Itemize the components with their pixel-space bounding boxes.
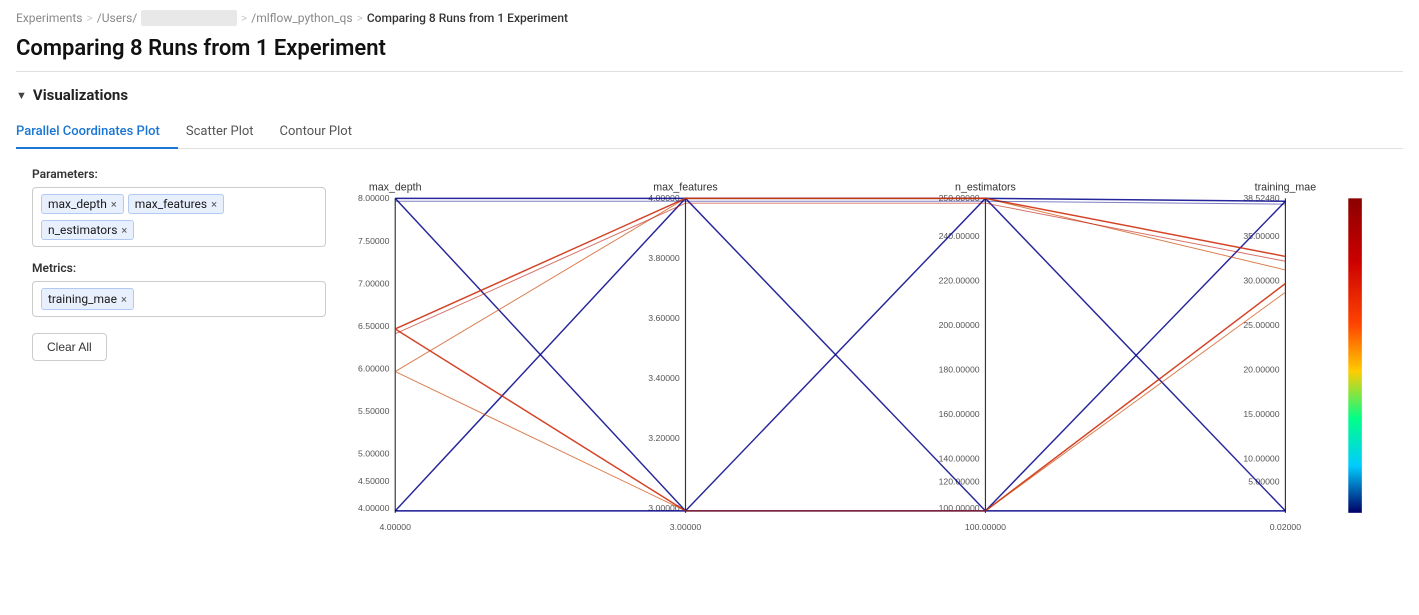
svg-text:3.40000: 3.40000 (648, 373, 680, 383)
main-content: Parameters: max_depth × max_features × n… (16, 163, 1403, 557)
clear-all-button[interactable]: Clear All (32, 333, 107, 361)
tag-max-depth[interactable]: max_depth × (41, 194, 124, 214)
chevron-down-icon: ▼ (16, 89, 27, 102)
svg-text:180.00000: 180.00000 (939, 365, 980, 375)
svg-text:7.00000: 7.00000 (358, 278, 390, 288)
svg-text:15.00000: 15.00000 (1243, 409, 1279, 419)
svg-text:30.00000: 30.00000 (1243, 275, 1279, 285)
remove-training-mae[interactable]: × (121, 294, 127, 305)
tag-training-mae[interactable]: training_mae × (41, 288, 134, 310)
color-scale-bar (1348, 198, 1362, 512)
breadcrumb-username (141, 10, 237, 26)
svg-text:3.60000: 3.60000 (648, 313, 680, 323)
svg-text:max_features: max_features (653, 182, 717, 194)
left-panel: Parameters: max_depth × max_features × n… (32, 163, 342, 557)
svg-text:7.50000: 7.50000 (358, 236, 390, 246)
tag-n-estimators[interactable]: n_estimators × (41, 220, 134, 240)
svg-text:6.00000: 6.00000 (358, 364, 390, 374)
svg-text:3.80000: 3.80000 (648, 253, 680, 263)
svg-text:5.00000: 5.00000 (1248, 477, 1280, 487)
svg-text:160.00000: 160.00000 (939, 409, 980, 419)
svg-text:4.50000: 4.50000 (358, 476, 390, 486)
svg-text:n_estimators: n_estimators (955, 182, 1016, 194)
svg-text:5.00000: 5.00000 (358, 449, 390, 459)
tab-parallel-coordinates[interactable]: Parallel Coordinates Plot (16, 116, 178, 149)
svg-text:training_mae: training_mae (1255, 182, 1317, 194)
page-title: Comparing 8 Runs from 1 Experiment (0, 32, 1419, 71)
tab-scatter-plot[interactable]: Scatter Plot (186, 116, 272, 149)
remove-max-features[interactable]: × (211, 199, 217, 210)
breadcrumb-experiment-name[interactable]: /mlflow_python_qs (251, 11, 352, 25)
parallel-coordinates-chart: max_depth max_features n_estimators trai… (342, 163, 1387, 553)
remove-max-depth[interactable]: × (111, 199, 117, 210)
parameters-label: Parameters: (32, 167, 326, 181)
breadcrumb-experiments[interactable]: Experiments (16, 11, 83, 25)
tag-max-features[interactable]: max_features × (128, 194, 224, 214)
svg-text:20.00000: 20.00000 (1243, 365, 1279, 375)
svg-text:8.00000: 8.00000 (358, 193, 390, 203)
svg-text:4.00000: 4.00000 (358, 503, 390, 513)
svg-text:200.00000: 200.00000 (939, 320, 980, 330)
svg-text:240.00000: 240.00000 (939, 231, 980, 241)
visualizations-header[interactable]: ▼ Visualizations (16, 86, 1403, 104)
svg-text:120.00000: 120.00000 (939, 477, 980, 487)
svg-text:5.50000: 5.50000 (358, 406, 390, 416)
svg-text:6.50000: 6.50000 (358, 321, 390, 331)
visualizations-section: ▼ Visualizations Parallel Coordinates Pl… (0, 72, 1419, 557)
tab-contour-plot[interactable]: Contour Plot (280, 116, 370, 149)
metrics-tags-box: training_mae × (32, 281, 326, 317)
svg-text:10.00000: 10.00000 (1243, 454, 1279, 464)
breadcrumb-users: /Users/ (97, 11, 138, 25)
svg-text:100.00000: 100.00000 (965, 522, 1006, 532)
chart-area: max_depth max_features n_estimators trai… (342, 163, 1387, 557)
breadcrumb: Experiments > /Users/ > /mlflow_python_q… (0, 0, 1419, 32)
svg-text:3.00000: 3.00000 (670, 522, 702, 532)
svg-text:140.00000: 140.00000 (939, 454, 980, 464)
svg-text:220.00000: 220.00000 (939, 275, 980, 285)
svg-text:25.00000: 25.00000 (1243, 320, 1279, 330)
svg-text:3.20000: 3.20000 (648, 433, 680, 443)
breadcrumb-current: Comparing 8 Runs from 1 Experiment (367, 11, 568, 25)
svg-text:4.00000: 4.00000 (380, 522, 412, 532)
svg-text:0.02000: 0.02000 (1270, 522, 1302, 532)
parameters-tags-box: max_depth × max_features × n_estimators … (32, 187, 326, 247)
tabs-bar: Parallel Coordinates Plot Scatter Plot C… (16, 116, 1403, 149)
remove-n-estimators[interactable]: × (121, 225, 127, 236)
visualizations-label: Visualizations (33, 86, 128, 104)
metrics-label: Metrics: (32, 261, 326, 275)
svg-text:max_depth: max_depth (369, 182, 422, 194)
